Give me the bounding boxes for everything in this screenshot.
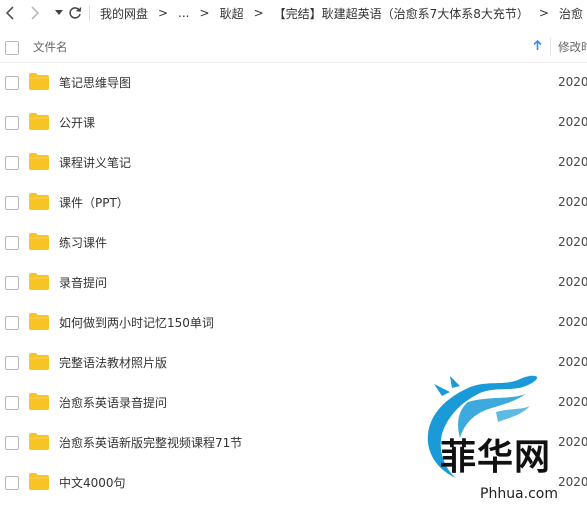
file-name[interactable]: 完整语法教材照片版 (59, 354, 167, 371)
file-modified: 2020 (558, 115, 587, 129)
breadcrumb-separator: > (199, 6, 210, 20)
folder-icon (29, 353, 49, 370)
row-checkbox[interactable] (5, 476, 19, 490)
breadcrumb-folder[interactable]: 耿超 (216, 5, 248, 22)
back-button[interactable] (0, 1, 20, 25)
row-checkbox[interactable] (5, 196, 19, 210)
arrow-up-icon[interactable] (533, 39, 542, 54)
file-modified: 2020 (558, 195, 587, 209)
breadcrumb-ellipsis[interactable]: ... (174, 6, 193, 20)
forward-button[interactable] (26, 1, 46, 25)
folder-icon (29, 153, 49, 170)
toolbar: 我的网盘 > ... > 耿超 > 【完结】耿建超英语（治愈系7大体系8大充节）… (0, 0, 587, 26)
file-modified: 2020 (558, 235, 587, 249)
row-checkbox[interactable] (5, 436, 19, 450)
file-name[interactable]: 公开课 (59, 114, 95, 131)
list-item[interactable]: 课程讲义笔记 2020 (0, 142, 587, 182)
breadcrumb-separator: > (538, 6, 549, 20)
refresh-button[interactable] (66, 1, 86, 25)
file-modified: 2020 (558, 275, 587, 289)
breadcrumb-separator: > (253, 6, 264, 20)
row-checkbox[interactable] (5, 116, 19, 130)
file-name[interactable]: 治愈系英语新版完整视频课程71节 (59, 434, 242, 451)
folder-icon (29, 233, 49, 250)
chevron-right-icon (31, 6, 40, 20)
column-header-modified[interactable]: 修改时 (558, 39, 587, 55)
history-dropdown[interactable] (53, 10, 65, 16)
folder-icon (29, 433, 49, 450)
column-header-filename[interactable]: 文件名 (33, 39, 68, 55)
caret-down-icon (55, 10, 64, 15)
file-name[interactable]: 中文4000句 (59, 474, 126, 491)
list-item[interactable]: 练习课件 2020 (0, 222, 587, 262)
file-name[interactable]: 录音提问 (59, 274, 107, 291)
breadcrumb-current[interactable]: 治愈 (555, 5, 587, 22)
list-item[interactable]: 课件（PPT） 2020 (0, 182, 587, 222)
column-divider[interactable] (550, 38, 551, 56)
file-name[interactable]: 治愈系英语录音提问 (59, 394, 167, 411)
file-name[interactable]: 笔记思维导图 (59, 74, 131, 91)
list-item[interactable]: 笔记思维导图 2020 (0, 62, 587, 102)
row-checkbox[interactable] (5, 76, 19, 90)
select-all-checkbox[interactable] (5, 41, 19, 55)
refresh-icon (69, 7, 82, 19)
breadcrumb-separator: > (157, 6, 169, 20)
row-checkbox[interactable] (5, 236, 19, 250)
file-name[interactable]: 如何做到两小时记忆150单词 (59, 314, 214, 331)
folder-icon (29, 393, 49, 410)
file-modified: 2020 (558, 155, 587, 169)
watermark-text: 菲华网 (440, 436, 552, 478)
file-modified: 2020 (558, 75, 587, 89)
list-item[interactable]: 录音提问 2020 (0, 262, 587, 302)
breadcrumb-root[interactable]: 我的网盘 (96, 5, 152, 22)
file-list-header: 文件名 修改时 (0, 32, 587, 63)
folder-icon (29, 113, 49, 130)
file-name[interactable]: 课件（PPT） (59, 194, 129, 211)
toolbar-divider (89, 5, 90, 21)
row-checkbox[interactable] (5, 156, 19, 170)
row-checkbox[interactable] (5, 356, 19, 370)
file-modified: 2020 (558, 315, 587, 329)
file-name[interactable]: 课程讲义笔记 (59, 154, 131, 171)
folder-icon (29, 73, 49, 90)
breadcrumb-folder[interactable]: 【完结】耿建超英语（治愈系7大体系8大充节） (270, 5, 533, 22)
file-name[interactable]: 练习课件 (59, 234, 107, 251)
folder-icon (29, 193, 49, 210)
folder-icon (29, 313, 49, 330)
list-item[interactable]: 如何做到两小时记忆150单词 2020 (0, 302, 587, 342)
chevron-left-icon (5, 6, 14, 20)
row-checkbox[interactable] (5, 276, 19, 290)
watermark-url: Phhua.com (480, 486, 558, 502)
folder-icon (29, 473, 49, 490)
row-checkbox[interactable] (5, 316, 19, 330)
list-item[interactable]: 公开课 2020 (0, 102, 587, 142)
row-checkbox[interactable] (5, 396, 19, 410)
folder-icon (29, 273, 49, 290)
file-modified: 2020 (558, 355, 587, 369)
